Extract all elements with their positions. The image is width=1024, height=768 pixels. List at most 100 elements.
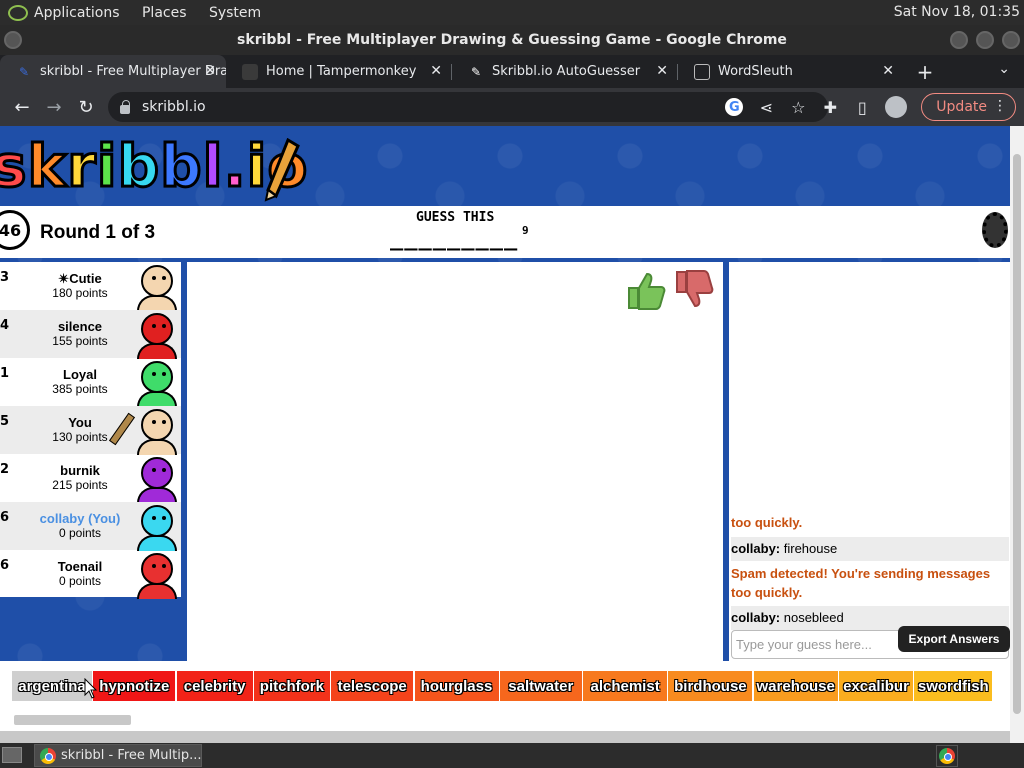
word-chip[interactable]: birdhouse xyxy=(668,671,753,701)
close-tab-icon[interactable]: ✕ xyxy=(656,63,668,79)
address-bar[interactable]: skribbl.io xyxy=(108,92,828,122)
word-chip[interactable]: pitchfork xyxy=(253,671,330,701)
chat-message: collaby: firehouse xyxy=(731,537,1009,561)
os-menu-places[interactable]: Places xyxy=(142,5,187,21)
chat-text: firehouse xyxy=(780,541,838,556)
back-arrow-icon[interactable]: ← xyxy=(6,97,38,118)
player-row[interactable]: 3 ✴Cutie 180 points xyxy=(0,262,181,311)
minimize-button[interactable] xyxy=(950,31,968,49)
player-row[interactable]: 2 burnik 215 points xyxy=(0,454,181,503)
thumbs-up-icon[interactable] xyxy=(625,268,669,312)
player-row[interactable]: 4 silence 155 points xyxy=(0,310,181,359)
maximize-button[interactable] xyxy=(976,31,994,49)
horizontal-scrollbar[interactable] xyxy=(0,731,1010,743)
word-chip[interactable]: argentina xyxy=(12,671,92,701)
chat-username: collaby: xyxy=(731,541,781,556)
player-avatar xyxy=(137,457,177,503)
tab-search-chevron-icon[interactable]: ⌄ xyxy=(998,61,1010,77)
update-button[interactable]: Update ⋮ xyxy=(921,93,1016,121)
os-top-panel: Applications Places System Sat Nov 18, 0… xyxy=(0,0,1024,25)
word-chip[interactable]: saltwater xyxy=(499,671,582,701)
player-name: You xyxy=(68,415,92,430)
tampermonkey-icon xyxy=(242,64,258,80)
word-suggestion-strip: argentina hypnotize celebrity pitchfork tele… xyxy=(0,661,1010,703)
close-window-button[interactable] xyxy=(1002,31,1020,49)
word-chip[interactable]: warehouse xyxy=(753,671,838,701)
close-tab-icon[interactable]: ✕ xyxy=(882,63,894,79)
share-icon[interactable]: ⋖ xyxy=(757,98,775,117)
word-chip[interactable]: hourglass xyxy=(414,671,499,701)
player-name: Toenail xyxy=(57,559,103,574)
url-text[interactable]: skribbl.io xyxy=(142,99,206,115)
reload-icon[interactable]: ↻ xyxy=(70,97,102,118)
player-row[interactable]: 6 Toenail 0 points xyxy=(0,550,181,599)
show-desktop-icon[interactable] xyxy=(2,747,22,763)
chrome-icon xyxy=(40,748,56,764)
os-menu: Applications Places System xyxy=(34,5,279,21)
profile-avatar-icon[interactable] xyxy=(885,96,908,118)
google-lens-icon[interactable]: G xyxy=(725,98,744,116)
drawing-canvas[interactable] xyxy=(187,262,723,661)
lock-icon[interactable] xyxy=(120,99,130,114)
word-chip[interactable]: alchemist xyxy=(583,671,668,701)
tab-label: Home | Tampermonkey xyxy=(266,64,417,79)
player-name: burnik xyxy=(60,463,100,478)
os-menu-system[interactable]: System xyxy=(209,5,261,21)
window-titlebar[interactable]: skribbl - Free Multiplayer Drawing & Gue… xyxy=(0,25,1024,55)
new-tab-button[interactable]: + xyxy=(910,55,940,88)
logo-letter: s xyxy=(0,131,28,202)
word-chip[interactable]: excalibur xyxy=(839,671,913,701)
word-chip[interactable]: telescope xyxy=(331,671,414,701)
chat-message: Spam detected! You're sending messages t… xyxy=(731,566,991,600)
inner-scroll-thumb[interactable] xyxy=(14,715,131,725)
mouse-cursor-icon xyxy=(84,678,98,699)
os-clock[interactable]: Sat Nov 18, 01:35 xyxy=(894,4,1020,20)
player-name: silence xyxy=(57,319,103,334)
taskbar-item-label: skribbl - Free Multip... xyxy=(61,748,202,763)
player-list: 3 ✴Cutie 180 points 4 silence 155 points 1 Loya… xyxy=(0,262,181,599)
window-menu-button[interactable] xyxy=(4,31,22,49)
more-menu-icon[interactable]: ⋮ xyxy=(993,98,1007,114)
tab-wordsleuth[interactable]: WordSleuth ✕ xyxy=(678,55,904,88)
word-chip[interactable]: hypnotize xyxy=(93,671,176,701)
export-answers-button[interactable]: Export Answers xyxy=(898,626,1010,652)
logo-pencil-icon xyxy=(264,138,300,202)
word-chip[interactable]: celebrity xyxy=(176,671,253,701)
bookmark-star-icon[interactable]: ☆ xyxy=(789,98,807,117)
vertical-scroll-thumb[interactable] xyxy=(1013,154,1021,714)
settings-gear-icon[interactable] xyxy=(982,212,1008,248)
tab-skribbl[interactable]: ✎ skribbl - Free Multiplayer Drawing ✕ xyxy=(0,55,226,88)
page-footer-area xyxy=(0,703,1010,743)
player-row[interactable]: 6 collaby (You) 0 points xyxy=(0,502,181,551)
close-tab-icon[interactable]: ✕ xyxy=(430,63,442,79)
logo-letter: r xyxy=(66,131,98,202)
word-chip[interactable]: swordfish xyxy=(914,671,993,701)
player-points: 215 points xyxy=(52,478,108,492)
extensions-puzzle-icon[interactable]: ✚ xyxy=(821,98,839,117)
os-menu-logo-icon[interactable] xyxy=(8,4,28,21)
player-row[interactable]: 5 You 130 points xyxy=(0,406,181,455)
taskbar-chrome-window[interactable]: skribbl - Free Multip... xyxy=(34,744,202,767)
word-length: 9 xyxy=(522,224,529,237)
thumbs-down-icon[interactable] xyxy=(673,268,717,312)
logo-letter: b xyxy=(159,131,204,202)
forward-arrow-icon[interactable]: → xyxy=(38,97,70,118)
player-points: 180 points xyxy=(52,286,108,300)
chat-username: collaby: xyxy=(731,610,781,625)
tab-strip: ✎ skribbl - Free Multiplayer Drawing ✕ H… xyxy=(0,55,1024,88)
close-tab-icon[interactable]: ✕ xyxy=(204,63,216,79)
tray-chrome-icon[interactable] xyxy=(936,745,958,767)
vertical-scrollbar[interactable] xyxy=(1010,126,1024,743)
player-name: Loyal xyxy=(63,367,97,382)
logo-letter: i xyxy=(95,131,118,202)
os-menu-applications[interactable]: Applications xyxy=(34,5,120,21)
logo-letter: b xyxy=(116,131,161,202)
logo-letter: l xyxy=(201,131,224,202)
tab-tampermonkey[interactable]: Home | Tampermonkey ✕ xyxy=(226,55,452,88)
player-points: 155 points xyxy=(52,334,108,348)
tab-autoguesser[interactable]: ✎ Skribbl.io AutoGuesser ✕ xyxy=(452,55,678,88)
side-panel-icon[interactable]: ▯ xyxy=(853,98,871,117)
player-name: ✴Cutie xyxy=(58,271,102,286)
player-avatar xyxy=(137,313,177,359)
player-row[interactable]: 1 Loyal 385 points xyxy=(0,358,181,407)
